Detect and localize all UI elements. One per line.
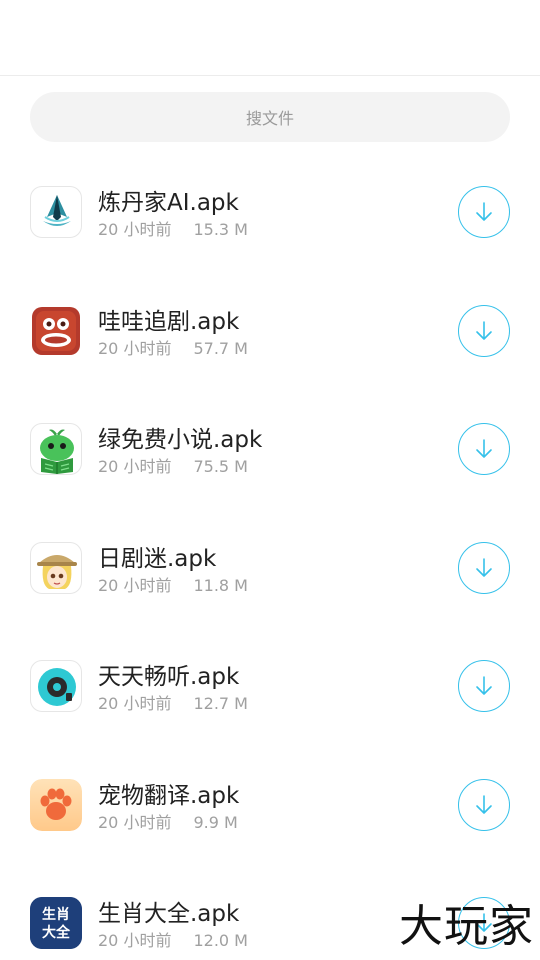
list-item[interactable]: 生肖 大全 生肖大全.apk 20 小时前 12.0 M	[0, 866, 540, 960]
file-name: 生肖大全.apk	[98, 901, 240, 927]
file-time: 20 小时前	[98, 575, 172, 595]
list-item[interactable]: 宠物翻译.apk 20 小时前 9.9 M	[0, 748, 540, 867]
file-time: 20 小时前	[98, 812, 172, 832]
list-item[interactable]: 天天畅听.apk 20 小时前 12.7 M	[0, 629, 540, 748]
file-meta: 20 小时前 75.5 M	[98, 453, 248, 477]
download-arrow-icon	[476, 913, 492, 932]
list-item[interactable]: 炼丹家AI.apk 20 小时前 15.3 M	[0, 155, 540, 274]
file-name: 天天畅听.apk	[98, 664, 240, 690]
list-item[interactable]: 日剧迷.apk 20 小时前 11.8 M	[0, 511, 540, 630]
top-bar	[0, 0, 540, 76]
shengxiao-app-icon: 生肖 大全	[30, 897, 82, 949]
file-size: 9.9 M	[193, 812, 238, 832]
list-item[interactable]: 哇哇追剧.apk 20 小时前 57.7 M	[0, 274, 540, 393]
file-meta: 20 小时前 12.7 M	[98, 690, 248, 714]
liandanjia-app-icon	[30, 186, 82, 238]
shengxiao-icon-text-1: 生肖	[42, 906, 70, 923]
file-time: 20 小时前	[98, 694, 172, 713]
file-name: 宠物翻译.apk	[98, 782, 240, 809]
file-size: 12.7 M	[193, 694, 248, 713]
file-name: 绿免费小说.apk	[98, 427, 263, 453]
file-size: 11.8 M	[193, 575, 248, 595]
download-arrow-icon	[476, 794, 492, 814]
download-button[interactable]	[458, 778, 510, 831]
file-time: 20 小时前	[98, 931, 172, 950]
download-button[interactable]	[458, 423, 510, 475]
file-size: 57.7 M	[193, 338, 248, 358]
search-placeholder: 搜文件	[245, 109, 294, 128]
download-arrow-icon	[476, 676, 492, 695]
download-arrow-icon	[476, 439, 492, 458]
green-novel-app-icon	[30, 423, 82, 475]
download-button[interactable]	[458, 660, 510, 712]
file-size: 12.0 M	[193, 931, 248, 950]
search-input[interactable]: 搜文件	[30, 92, 510, 142]
rijumi-app-icon	[30, 541, 82, 594]
tiantian-changting-app-icon	[30, 660, 82, 712]
download-button[interactable]	[458, 304, 510, 357]
file-name: 炼丹家AI.apk	[98, 190, 239, 216]
file-list: 炼丹家AI.apk 20 小时前 15.3 M 哇哇追剧.apk 20 小时前 …	[0, 155, 540, 960]
download-arrow-icon	[476, 202, 492, 221]
shengxiao-icon-text-2: 大全	[42, 924, 71, 941]
file-size: 75.5 M	[193, 457, 248, 476]
list-item[interactable]: 绿免费小说.apk 20 小时前 75.5 M	[0, 392, 540, 511]
file-meta: 20 小时前 12.0 M	[98, 927, 248, 951]
wawazhuiju-app-icon	[30, 305, 82, 357]
file-list-screen: 搜文件 炼丹家AI.apk 20 小时前 15.3 M 哇哇追剧.apk 20 …	[0, 0, 540, 960]
download-arrow-icon	[476, 320, 492, 340]
file-time: 20 小时前	[98, 457, 172, 476]
file-meta: 20 小时前 57.7 M	[98, 335, 248, 359]
file-time: 20 小时前	[98, 338, 172, 358]
file-meta: 20 小时前 9.9 M	[98, 809, 238, 833]
file-name: 日剧迷.apk	[98, 545, 217, 572]
download-button[interactable]	[458, 897, 510, 949]
file-size: 15.3 M	[193, 220, 248, 239]
file-meta: 20 小时前 15.3 M	[98, 216, 248, 240]
pet-translate-app-icon	[30, 778, 82, 831]
download-button[interactable]	[458, 186, 510, 238]
download-button[interactable]	[458, 541, 510, 594]
file-name: 哇哇追剧.apk	[98, 308, 240, 335]
download-arrow-icon	[476, 557, 492, 577]
file-meta: 20 小时前 11.8 M	[98, 572, 248, 596]
file-time: 20 小时前	[98, 220, 172, 239]
